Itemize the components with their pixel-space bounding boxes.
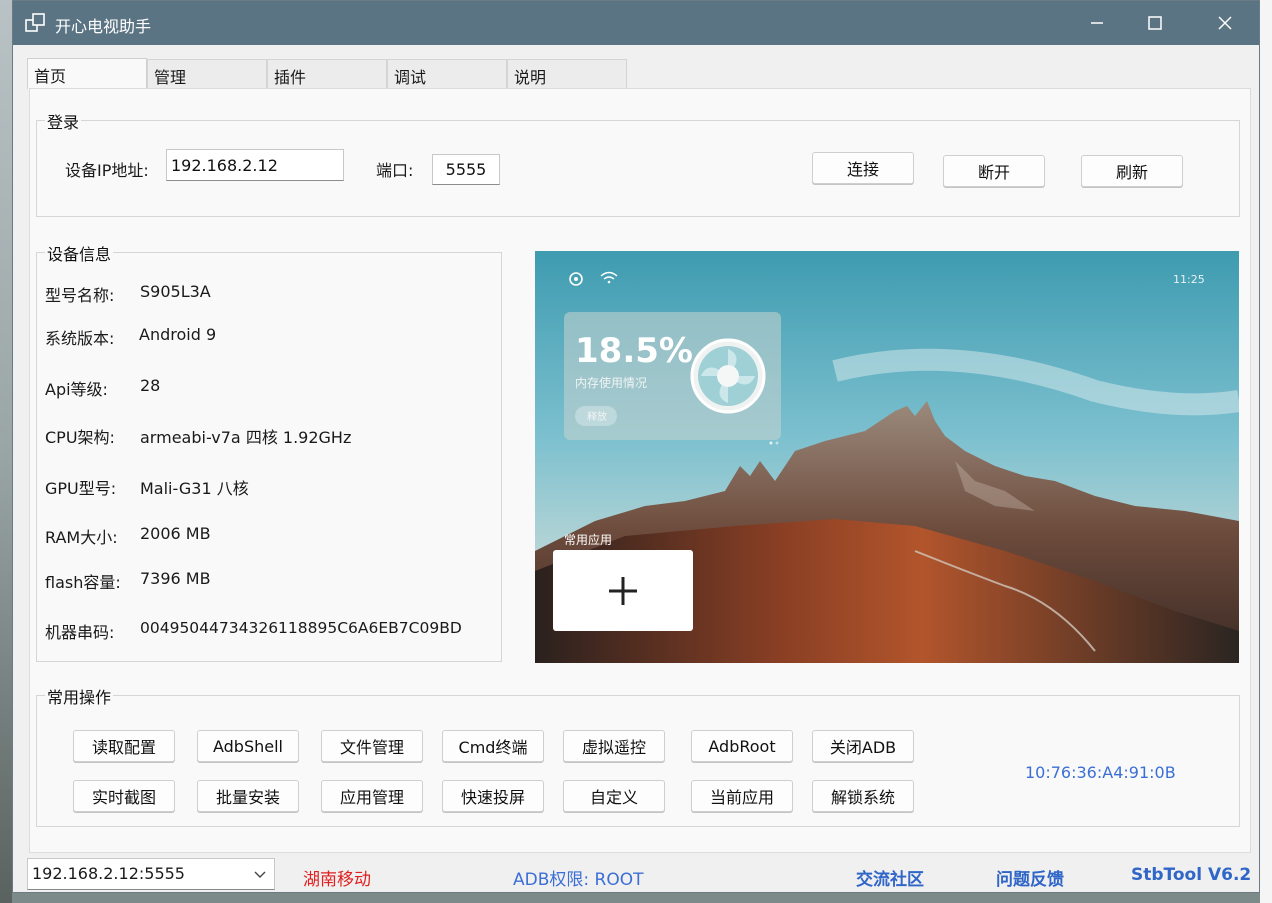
feedback-link[interactable]: 问题反馈 — [996, 865, 1064, 890]
unlock-system-button[interactable]: 解锁系统 — [812, 780, 914, 812]
device-select[interactable]: 192.168.2.12:5555 — [27, 858, 275, 890]
close-adb-button[interactable]: 关闭ADB — [812, 730, 914, 762]
connect-button[interactable]: 连接 — [812, 152, 914, 184]
os-version-label: 系统版本: — [45, 329, 115, 348]
chevron-down-icon — [254, 871, 266, 878]
memory-label: 内存使用情况 — [575, 375, 647, 390]
serial-label: 机器串码: — [45, 623, 115, 642]
title-bar[interactable]: 开心电视助手 — [13, 1, 1259, 45]
app-manager-button[interactable]: 应用管理 — [321, 780, 423, 812]
ip-input[interactable] — [166, 149, 344, 181]
disconnect-button[interactable]: 断开 — [943, 155, 1045, 187]
model-label: 型号名称: — [45, 286, 115, 305]
tab-home[interactable]: 首页 — [27, 58, 147, 89]
community-link[interactable]: 交流社区 — [856, 865, 924, 890]
tab-help[interactable]: 说明 — [507, 59, 627, 88]
isp-label: 湖南移动 — [303, 870, 371, 890]
api-level-value: 28 — [140, 376, 161, 395]
mac-address: 10:76:36:A4:91:0B — [1025, 763, 1176, 782]
device-info-title: 设备信息 — [45, 241, 114, 265]
window-title: 开心电视助手 — [55, 17, 152, 36]
maximize-button[interactable] — [1135, 9, 1175, 37]
tab-plugins[interactable]: 插件 — [267, 59, 387, 88]
adb-root-button[interactable]: AdbRoot — [691, 730, 793, 762]
fan-icon — [690, 338, 766, 414]
operations-title: 常用操作 — [45, 684, 114, 708]
desktop-background — [0, 0, 12, 903]
custom-button[interactable]: 自定义 — [563, 780, 665, 812]
device-info-group: 设备信息 — [36, 241, 502, 662]
background-window-edge — [1260, 0, 1272, 903]
gpu-value: Mali-G31 八核 — [140, 479, 249, 498]
close-button[interactable] — [1205, 9, 1245, 37]
minimize-button[interactable] — [1077, 9, 1117, 37]
close-icon — [1218, 16, 1232, 30]
batch-install-button[interactable]: 批量安装 — [197, 780, 299, 812]
read-config-button[interactable]: 读取配置 — [73, 730, 175, 762]
cpu-value: armeabi-v7a 四核 1.92GHz — [140, 428, 352, 447]
app-icon — [25, 13, 45, 32]
tv-screen-preview[interactable]: 11:25 18.5% 内存使用情况 释放 常用应用 — [535, 251, 1239, 663]
tab-manage[interactable]: 管理 — [147, 59, 267, 88]
gpu-label: GPU型号: — [45, 479, 117, 498]
serial-value: 0049504473432611889​5C6A6EB7C09BD — [140, 619, 462, 637]
cpu-label: CPU架构: — [45, 428, 115, 447]
os-version-value: Android 9 — [139, 325, 217, 344]
status-bar: 192.168.2.12:5555 湖南移动 ADB权限: ROOT 交流社区 … — [13, 857, 1259, 892]
adb-shell-button[interactable]: AdbShell — [197, 730, 299, 762]
memory-percent: 18.5% — [575, 331, 693, 371]
screenshot-button[interactable]: 实时截图 — [73, 780, 175, 812]
adb-permission: ADB权限: ROOT — [513, 870, 644, 890]
main-window: 开心电视助手 首页 管理 插件 调试 说明 登录 设备IP地址: 端口: 连接 … — [12, 0, 1260, 893]
ip-label: 设备IP地址: — [65, 161, 149, 180]
tv-clock: 11:25 — [1173, 273, 1205, 286]
flash-value: 7396 MB — [140, 569, 211, 588]
port-label: 端口: — [376, 161, 414, 180]
flash-label: flash容量: — [45, 573, 121, 592]
device-select-value: 192.168.2.12:5555 — [32, 864, 185, 883]
minimize-icon — [1091, 22, 1103, 24]
apps-label: 常用应用 — [564, 532, 612, 547]
port-input[interactable] — [432, 154, 500, 185]
login-group-title: 登录 — [45, 109, 82, 133]
release-memory-label: 释放 — [587, 410, 607, 423]
ram-label: RAM大小: — [45, 528, 118, 547]
api-level-label: Api等级: — [45, 380, 108, 399]
file-manager-button[interactable]: 文件管理 — [321, 730, 423, 762]
model-value: S905L3A — [140, 282, 211, 301]
quick-cast-button[interactable]: 快速投屏 — [442, 780, 544, 812]
cmd-terminal-button[interactable]: Cmd终端 — [442, 730, 544, 762]
maximize-icon — [1148, 16, 1162, 30]
refresh-button[interactable]: 刷新 — [1081, 155, 1183, 187]
ram-value: 2006 MB — [140, 524, 211, 543]
version-label: StbTool V6.2 — [1131, 865, 1252, 885]
tab-debug[interactable]: 调试 — [387, 59, 507, 88]
virtual-remote-button[interactable]: 虚拟遥控 — [563, 730, 665, 762]
current-app-button[interactable]: 当前应用 — [691, 780, 793, 812]
